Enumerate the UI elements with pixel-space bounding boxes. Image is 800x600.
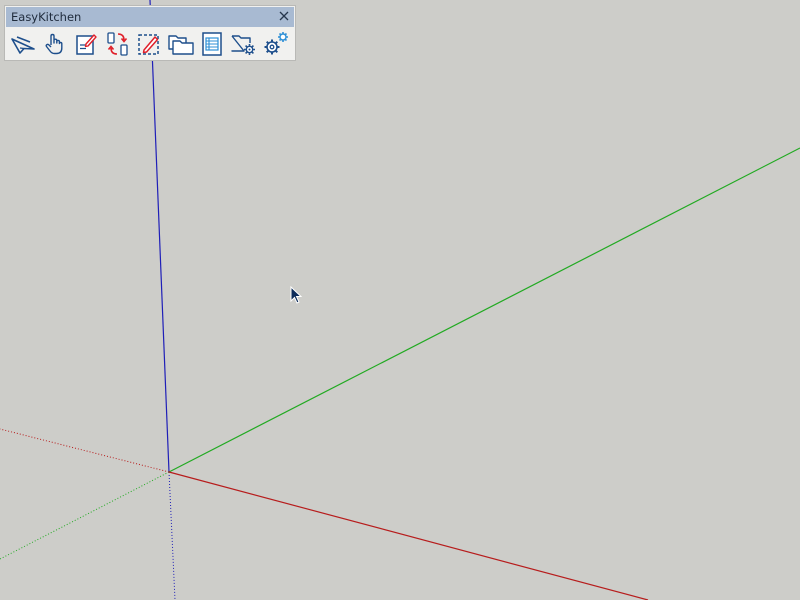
- swap-components-button[interactable]: [102, 30, 134, 58]
- toolbar-titlebar[interactable]: EasyKitchen: [6, 7, 294, 27]
- green-axis-positive: [168, 147, 800, 473]
- settings-button[interactable]: [260, 30, 292, 58]
- report-button[interactable]: [197, 30, 229, 58]
- pan-tool-button[interactable]: [39, 30, 71, 58]
- folders-icon: [168, 35, 194, 55]
- folder-settings-button[interactable]: [228, 30, 260, 58]
- select-tool-button[interactable]: [7, 30, 39, 58]
- red-axis-positive: [168, 471, 649, 600]
- list-sheet-icon: [202, 32, 223, 56]
- modeling-viewport[interactable]: [0, 0, 800, 600]
- axes-canvas: [0, 0, 800, 600]
- close-icon[interactable]: [277, 9, 291, 23]
- easykitchen-toolbar: EasyKitchen: [4, 5, 296, 61]
- hand-icon: [45, 33, 63, 55]
- edit-selection-button[interactable]: [133, 30, 165, 58]
- folder-gear-icon: [231, 35, 255, 55]
- red-axis-negative: [0, 428, 170, 473]
- edit-sheet-icon: [76, 34, 97, 55]
- dashed-edit-icon: [138, 34, 159, 55]
- edit-component-button[interactable]: [70, 30, 102, 58]
- blue-axis-negative: [168, 471, 176, 600]
- green-axis-negative: [0, 471, 170, 560]
- toolbar-title: EasyKitchen: [11, 10, 82, 24]
- arrow-select-icon: [10, 36, 35, 54]
- mouse-cursor-icon: [290, 286, 303, 304]
- gears-icon: [264, 32, 288, 55]
- blue-axis-positive: [149, 0, 170, 473]
- swap-arrows-icon: [106, 32, 128, 56]
- toolbar-button-row: [7, 30, 291, 58]
- open-library-button[interactable]: [165, 30, 197, 58]
